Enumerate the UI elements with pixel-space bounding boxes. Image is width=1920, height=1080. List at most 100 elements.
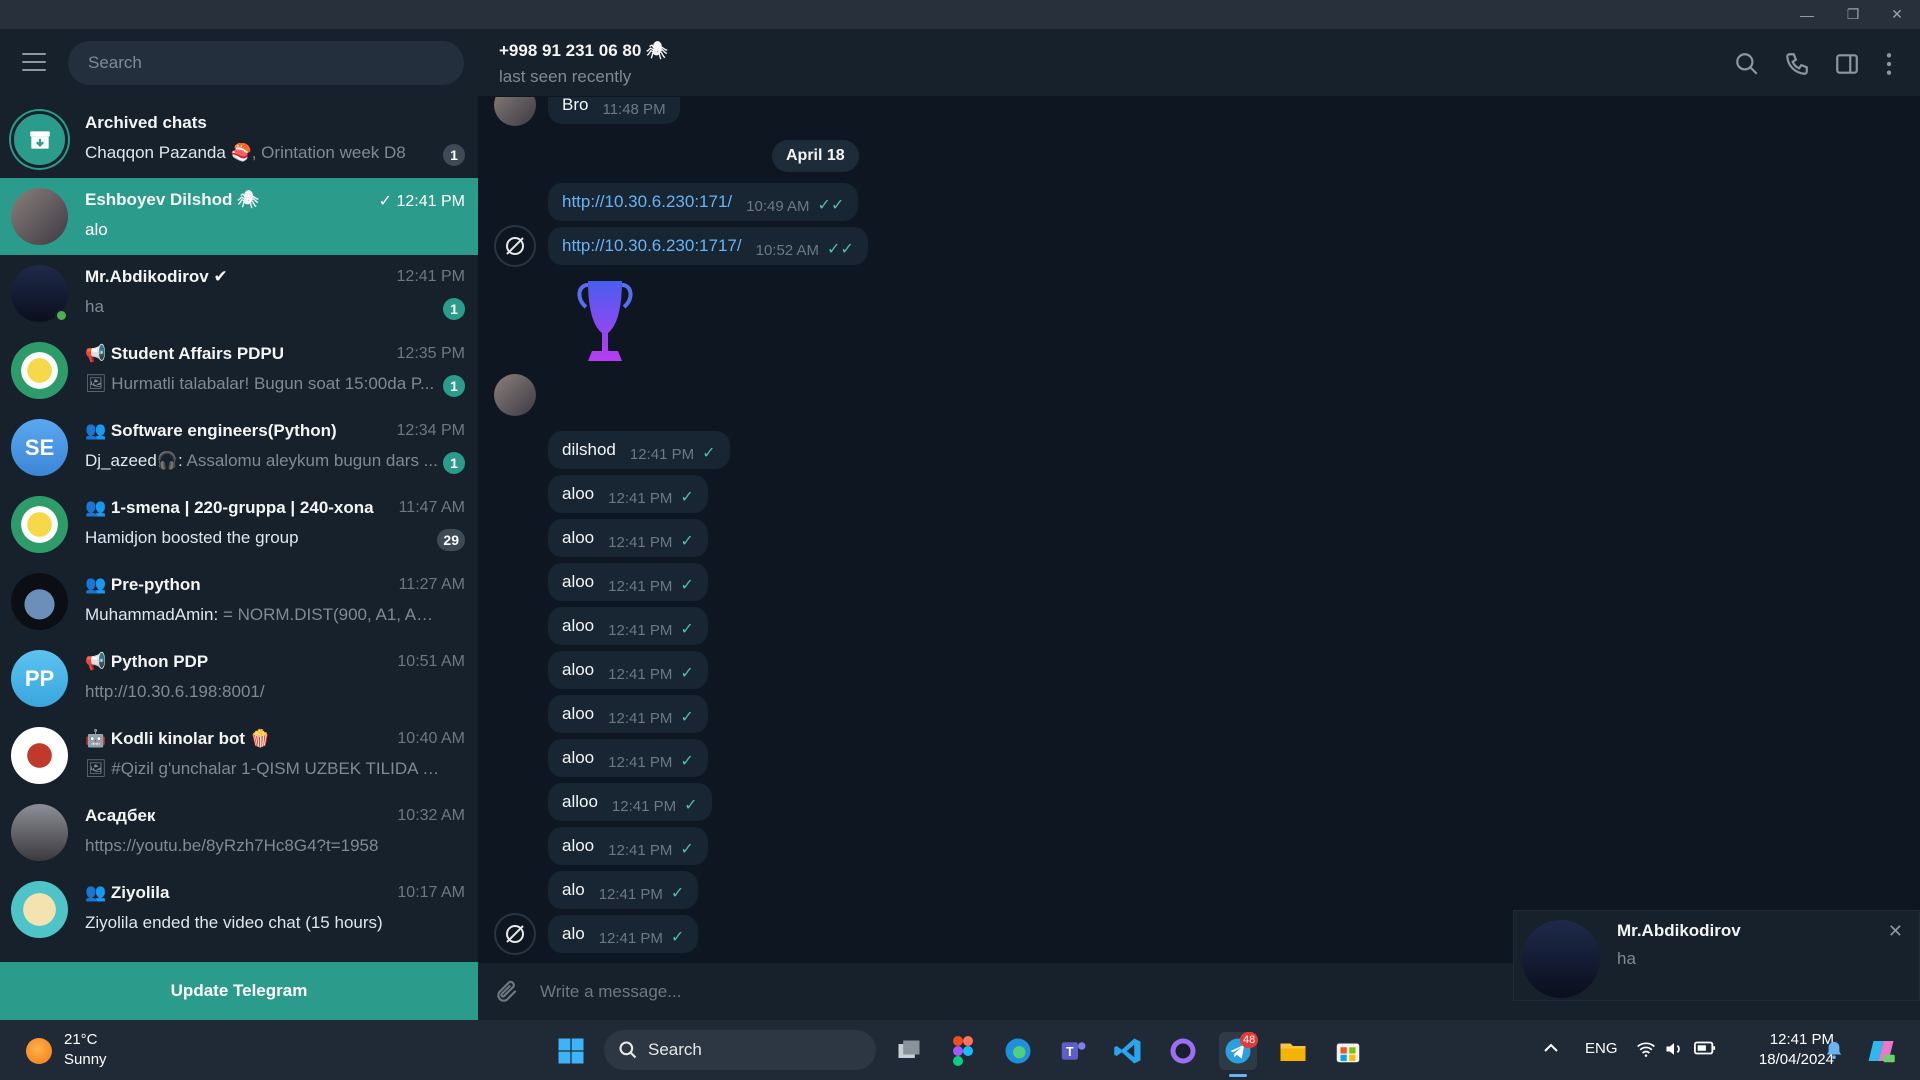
search-icon[interactable] (1734, 51, 1760, 77)
update-telegram-button[interactable]: Update Telegram (0, 962, 478, 1020)
message-text: aloo (562, 660, 595, 679)
avatar (11, 727, 68, 784)
github-icon[interactable] (1164, 1032, 1202, 1070)
taskbar-search[interactable]: Search (604, 1030, 876, 1070)
chat-item-abdikodirov[interactable]: Mr.Abdikodirov ✔ 12:41 PM ha 1 (0, 255, 478, 332)
message-link[interactable]: http://10.30.6.230:1717/ (562, 236, 742, 256)
chat-header: +998 91 231 06 80 🕷 last seen recently (478, 29, 1920, 97)
check-icon: ✓ (680, 533, 694, 550)
double-check-icon: ✓✓ (817, 197, 845, 214)
language-indicator[interactable]: ENG (1585, 1040, 1618, 1057)
avatar (11, 881, 68, 938)
message-text: alloo (562, 792, 598, 811)
chat-item-asadbek[interactable]: Асадбек 10:32 AM https://youtu.be/8yRzh7… (0, 794, 478, 871)
sun-icon[interactable] (26, 1038, 52, 1064)
clock-time[interactable]: 12:41 PM (1752, 1031, 1834, 1048)
search-input[interactable]: Search (68, 41, 464, 85)
notification-toast[interactable]: Mr.Abdikodirov ha ✕ (1513, 910, 1920, 1001)
message-bubble[interactable]: aloo 12:41 PM ✓ (548, 695, 708, 733)
message-bubble[interactable]: aloo 12:41 PM ✓ (548, 475, 708, 513)
sidebar-toggle-icon[interactable] (1834, 51, 1860, 77)
active-app-indicator (1229, 1074, 1247, 1077)
avatar (494, 97, 536, 126)
chat-item-eshboyev[interactable]: Eshboyev Dilshod 🕷 ✓ 12:41 PM alo (0, 178, 478, 255)
chat-item-student-affairs[interactable]: 📢 Student Affairs PDPU 12:35 PM 🖼 Hurmat… (0, 332, 478, 409)
store-icon[interactable] (1329, 1032, 1367, 1070)
chat-name: 📢 Student Affairs PDPU (85, 344, 285, 363)
chat-item-ziyolila[interactable]: 👥 Ziyolila 10:17 AM Ziyolila ended the v… (0, 871, 478, 948)
chat-status: last seen recently (499, 67, 632, 86)
teams-icon[interactable]: T (1054, 1032, 1092, 1070)
unread-badge: 1 (443, 298, 465, 320)
notification-text: ha (1617, 949, 1636, 968)
trophy-sticker[interactable] (570, 277, 640, 377)
chat-title[interactable]: +998 91 231 06 80 🕷 (499, 41, 668, 61)
wifi-icon[interactable] (1636, 1040, 1656, 1062)
message-time: 10:49 AM (746, 197, 810, 215)
chat-item-python-pdp[interactable]: PP 📢 Python PDP 10:51 AM http://10.30.6.… (0, 640, 478, 717)
chat-time: 11:27 AM (398, 576, 465, 593)
message-bubble[interactable]: alloo 12:41 PM ✓ (548, 783, 712, 821)
message-bubble[interactable]: aloo 12:41 PM ✓ (548, 651, 708, 689)
chat-time: 10:40 AM (397, 730, 465, 747)
message-bubble[interactable]: aloo 12:41 PM ✓ (548, 739, 708, 777)
taskbar-search-label: Search (648, 1040, 702, 1059)
copilot-icon[interactable] (1862, 1032, 1900, 1070)
chat-name: 📢 Python PDP (85, 652, 209, 671)
check-icon: ✓ (684, 797, 698, 814)
file-explorer-icon[interactable] (1274, 1032, 1312, 1070)
message-bubble[interactable]: alo 12:41 PM ✓ (548, 915, 699, 953)
phone-icon[interactable] (1784, 51, 1810, 77)
clock-date[interactable]: 18/04/2024 (1736, 1051, 1834, 1068)
chat-item-archived[interactable]: Archived chats Chaqqon Pazanda 🍣, Orinta… (0, 101, 478, 178)
message-time: 12:41 PM (608, 533, 673, 551)
message-bubble[interactable]: Bro 11:48 PM (548, 97, 680, 124)
telegram-unread-badge: 48 (1240, 1032, 1259, 1048)
chat-item-software-engineers[interactable]: SE 👥 Software engineers(Python) 12:34 PM… (0, 409, 478, 486)
menu-icon[interactable] (22, 53, 46, 71)
message-bubble[interactable]: http://10.30.6.230:1717/ 10:52 AM ✓✓ (548, 227, 868, 265)
task-view-icon[interactable] (890, 1032, 928, 1070)
message-bubble[interactable]: dilshod 12:41 PM ✓ (548, 431, 730, 469)
message-area[interactable]: Bro 11:48 PM April 18 http://10.30.6.230… (478, 97, 1920, 963)
chat-item-kodli-kinolar[interactable]: 🤖 Kodli kinolar bot 🍿 10:40 AM 🖼 #Qizil … (0, 717, 478, 794)
message-bubble[interactable]: alo 12:41 PM ✓ (548, 871, 699, 909)
message-time: 10:52 AM (755, 241, 819, 259)
taskbar: 21°C Sunny Search T 48 ENG 12:41 PM 18/0… (0, 1020, 1920, 1080)
more-options-icon[interactable] (1882, 51, 1896, 77)
check-icon: ✓ (680, 489, 694, 506)
chat-item-1-smena[interactable]: 👥 1-smena | 220-gruppa | 240-xona 11:47 … (0, 486, 478, 563)
figma-icon[interactable] (944, 1032, 982, 1070)
check-icon: ✓ (702, 445, 716, 462)
chat-name: Mr.Abdikodirov ✔ (85, 267, 228, 286)
message-link[interactable]: http://10.30.6.230:171/ (562, 192, 732, 212)
vscode-icon[interactable] (1109, 1032, 1147, 1070)
message-bubble[interactable]: aloo 12:41 PM ✓ (548, 827, 708, 865)
message-bubble[interactable]: aloo 12:41 PM ✓ (548, 607, 708, 645)
notification-bell-icon[interactable] (1825, 1040, 1843, 1064)
unread-badge: 1 (443, 144, 465, 166)
close-icon[interactable]: ✕ (1888, 921, 1903, 942)
minimize-button[interactable]: — (1782, 0, 1832, 29)
windows-start-icon[interactable] (552, 1032, 590, 1070)
chat-preview: 🖼 Hurmatli talabalar! Bugun soat 15:00da… (85, 374, 435, 393)
restore-button[interactable]: ❐ (1828, 0, 1878, 29)
volume-icon[interactable] (1664, 1040, 1684, 1062)
chevron-up-icon[interactable] (1543, 1040, 1559, 1060)
edge-icon[interactable] (999, 1032, 1037, 1070)
message-input[interactable] (540, 963, 1440, 1020)
battery-icon[interactable] (1694, 1040, 1716, 1060)
chat-name: Eshboyev Dilshod 🕷 (85, 190, 259, 209)
message-bubble[interactable]: aloo 12:41 PM ✓ (548, 563, 708, 601)
chat-time: 10:17 AM (397, 884, 465, 901)
attach-icon[interactable] (494, 979, 520, 1005)
chat-name: 👥 Software engineers(Python) (85, 421, 337, 440)
message-time: 12:41 PM (608, 841, 673, 859)
chat-item-pre-python[interactable]: 👥 Pre-python 11:27 AM MuhammadAmin: = NO… (0, 563, 478, 640)
message-time: 12:41 PM (608, 753, 673, 771)
close-button[interactable]: ✕ (1872, 0, 1920, 29)
message-bubble[interactable]: aloo 12:41 PM ✓ (548, 519, 708, 557)
svg-text:T: T (1066, 1045, 1074, 1059)
message-bubble[interactable]: http://10.30.6.230:171/ 10:49 AM ✓✓ (548, 183, 859, 221)
avatar (11, 188, 68, 245)
